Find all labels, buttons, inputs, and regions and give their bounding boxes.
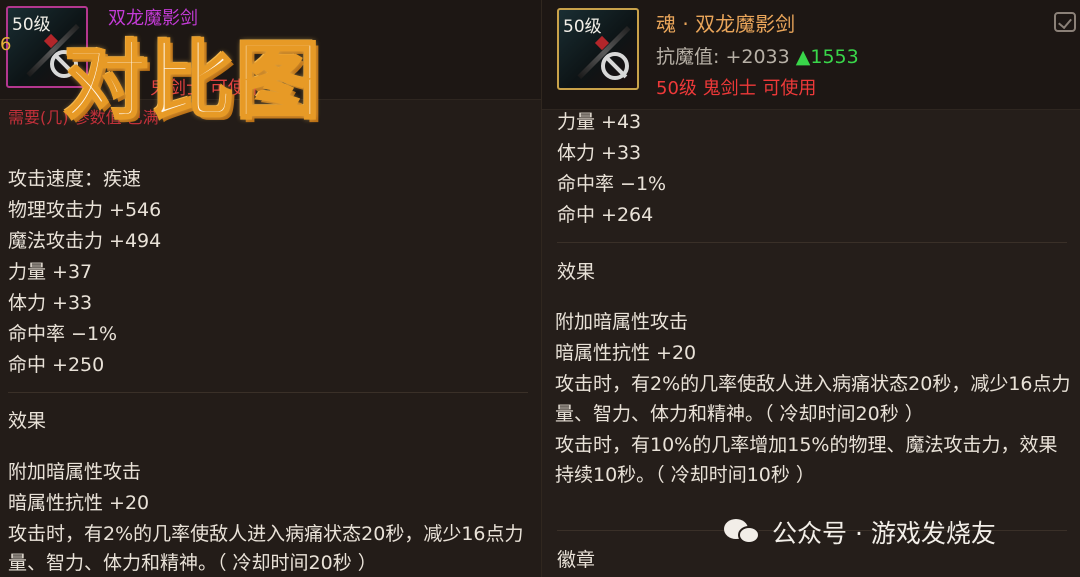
effect-line: 暗属性抗性 +20 <box>555 342 697 364</box>
right-effect-title: 效果 <box>557 261 596 283</box>
right-requirement: 50级 鬼剑士 可使用 <box>656 78 817 99</box>
effect-line: 量、智力、体力和精神。（ 冷却时间20秒 ） <box>8 552 377 574</box>
effect-line: 持续10秒。（ 冷却时间10秒 ） <box>555 464 815 486</box>
effect-line: 攻击时，有2%的几率使敌人进入病痛状态20秒，减少16点力 <box>555 373 1071 395</box>
stat-hit-rate: 命中率 −1% <box>557 173 667 195</box>
wechat-icon <box>724 517 762 547</box>
resist-label: 抗魔值: +2033 <box>656 46 790 68</box>
right-icon-level: 50级 <box>563 17 602 37</box>
right-item-icon[interactable]: 50级 <box>557 8 639 90</box>
effect-line: 攻击时，有10%的几率增加15%的物理、魔法攻击力，效果 <box>555 434 1058 456</box>
right-item-name: 魂 · 双龙魔影剑 <box>656 12 796 36</box>
badge-section-title: 徽章 <box>557 549 596 571</box>
left-stack-number: 6 <box>0 34 12 55</box>
resist-increase: ▲1553 <box>795 46 859 68</box>
stat-physical-attack: 物理攻击力 +546 <box>8 199 162 221</box>
stat-hit: 命中 +264 <box>557 204 654 226</box>
stat-strength: 力量 +37 <box>8 261 93 283</box>
effect-line: 附加暗属性攻击 <box>555 311 689 333</box>
right-divider <box>557 242 1067 243</box>
left-divider <box>8 392 528 393</box>
effect-line: 量、智力、体力和精神。（ 冷却时间20秒 ） <box>555 403 924 425</box>
stat-magic-attack: 魔法攻击力 +494 <box>8 230 162 252</box>
forbidden-icon <box>601 52 629 80</box>
watermark: 公众号 · 游戏发烧友 <box>724 514 996 550</box>
left-effect-title: 效果 <box>8 410 47 432</box>
effect-line: 暗属性抗性 +20 <box>8 492 150 514</box>
right-item-tooltip: 50级 魂 · 双龙魔影剑 抗魔值: +2033 ▲1553 50级 鬼剑士 可… <box>541 0 1080 577</box>
stat-hit-rate: 命中率 −1% <box>8 323 118 345</box>
effect-line: 攻击时，有2%的几率使敌人进入病痛状态20秒，减少16点力 <box>8 523 524 545</box>
comparison-overlay-title: 对比图 <box>62 31 323 132</box>
stat-vitality: 体力 +33 <box>8 292 93 314</box>
resist-value: 抗魔值: +2033 ▲1553 <box>656 42 859 69</box>
watermark-text: 公众号 · 游戏发烧友 <box>772 519 996 548</box>
stat-hit: 命中 +250 <box>8 354 105 376</box>
stat-strength: 力量 +43 <box>557 111 642 133</box>
left-icon-level: 50级 <box>12 15 51 35</box>
effect-line: 附加暗属性攻击 <box>8 461 142 483</box>
compare-toggle-icon[interactable] <box>1054 12 1076 32</box>
stat-attack-speed: 攻击速度：疾速 <box>8 168 142 190</box>
stat-vitality: 体力 +33 <box>557 142 642 164</box>
